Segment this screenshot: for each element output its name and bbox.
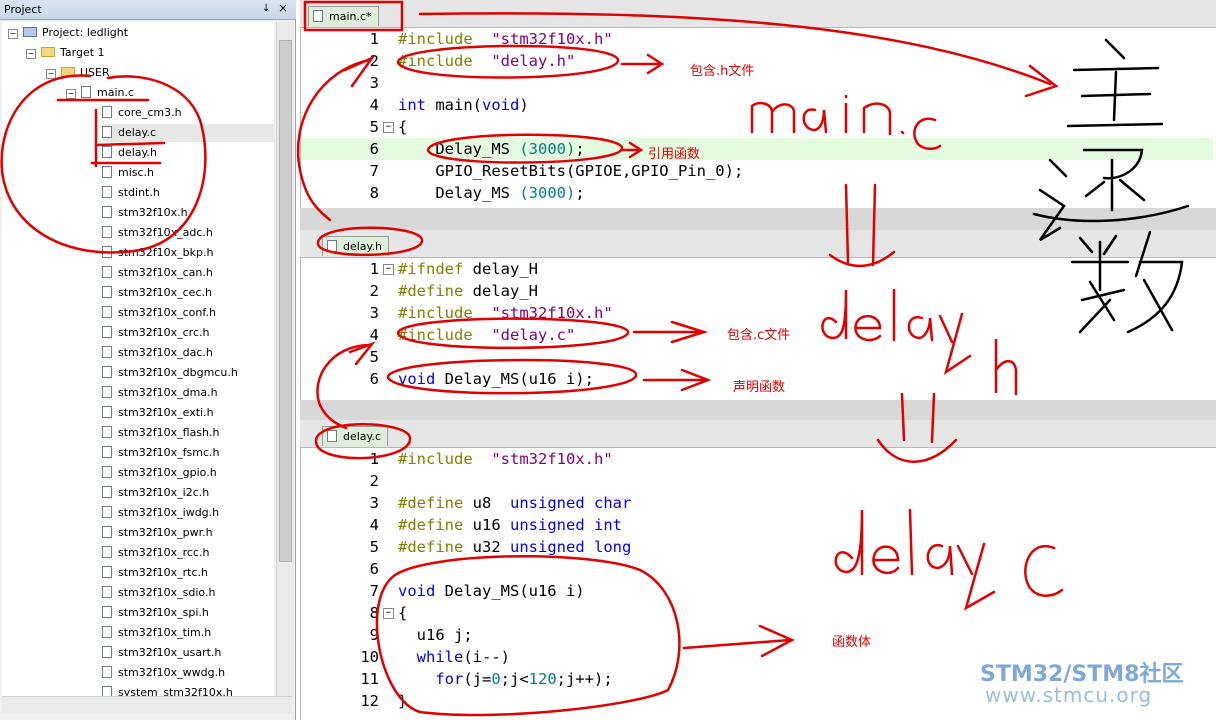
arrow-include-h — [620, 53, 665, 75]
circle-delay-call — [426, 133, 624, 164]
hw-main-n — [862, 102, 892, 136]
arrow-to-main-function — [418, 12, 1059, 98]
hw-delay2-a — [926, 543, 954, 576]
hw-delay-d — [821, 289, 848, 340]
hw-delay2-c — [1024, 544, 1064, 597]
hw-delay-y — [938, 312, 972, 375]
underline-delay-c — [94, 141, 166, 147]
hw-delay2-l — [908, 508, 914, 576]
hw-main-m — [750, 101, 796, 134]
watermark-url: www.stmcu.org — [985, 683, 1153, 707]
arrow-declaration — [642, 368, 712, 392]
hw-delay-a — [907, 315, 934, 342]
hw-delay2-d — [834, 509, 864, 576]
circle-include-delay-h — [396, 44, 620, 79]
arrow-call — [620, 141, 644, 159]
circle-declaration — [386, 358, 638, 395]
hw-char-zhu — [1066, 38, 1164, 128]
hw-delay2-e — [872, 545, 900, 575]
circle-tab-delay-h — [316, 226, 424, 257]
hw-main-dot — [900, 130, 905, 135]
hw-delay-h — [994, 338, 1018, 396]
arrow-function-body — [682, 624, 795, 658]
circle-function-body — [375, 555, 681, 717]
hw-arrow-down-2 — [876, 392, 958, 463]
hw-arrow-down-1 — [828, 183, 896, 268]
handwritten-annotation-overlay — [0, 0, 1190, 717]
hw-main-a — [802, 108, 828, 134]
hw-char-han — [1032, 148, 1190, 242]
circle-include-delay-c — [396, 317, 630, 350]
hw-delay2-y — [956, 542, 996, 611]
arrow-include-c — [632, 320, 709, 344]
hw-delay-e — [854, 315, 882, 342]
tab-main-c-box — [303, 0, 404, 32]
loop-main-to-delay-h — [296, 58, 372, 222]
hw-char-shu — [1070, 230, 1184, 334]
circle-tab-delay-c — [314, 423, 412, 460]
hw-main-c — [913, 117, 942, 150]
